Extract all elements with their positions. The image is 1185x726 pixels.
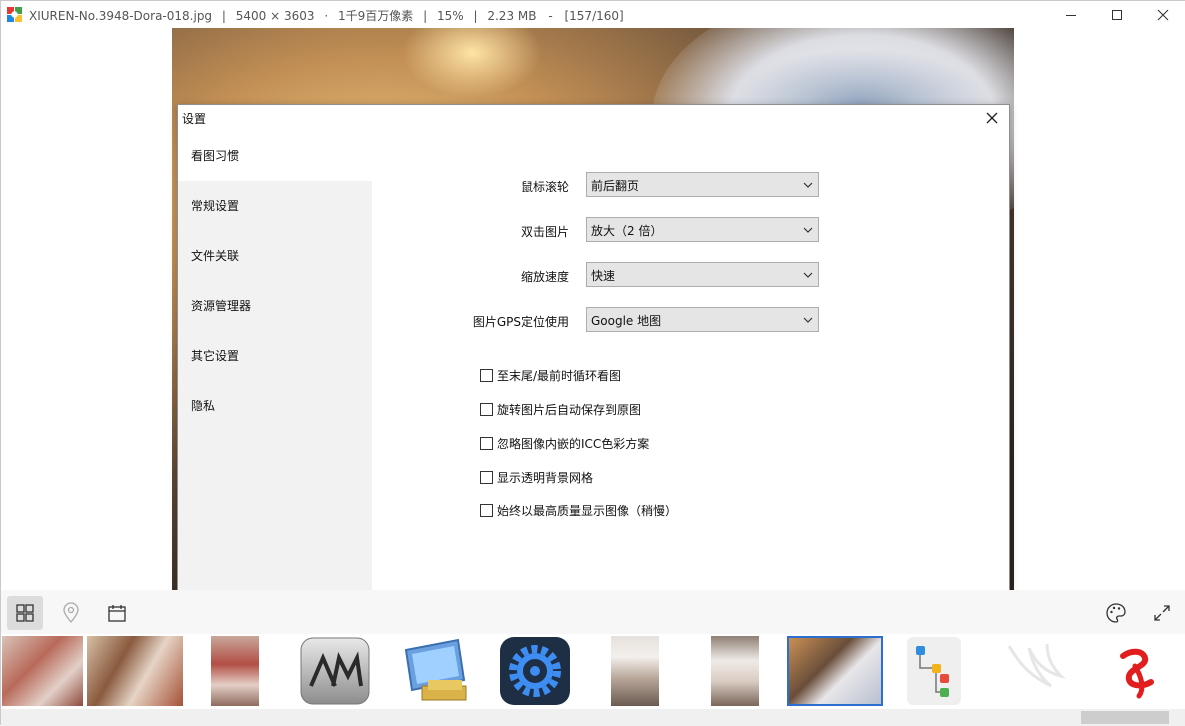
chevron-down-icon [803,272,813,278]
dialog-title: 设置 [182,112,207,126]
thumbnail-filmstrip [1,634,1185,709]
red-logo-icon [1120,648,1154,699]
image-viewer-window: XIUREN-No.3948-Dora-018.jpg | 5400 × 360… [0,0,1185,726]
tree-diagram-icon [907,637,961,705]
palette-icon [1106,603,1126,623]
title-dot: · [324,9,329,23]
title-filesize: 2.23 MB [487,9,537,23]
maximize-button[interactable] [1094,1,1140,28]
settings-dialog: 设置 看图习惯 常规设置 文件关联 资源管理器 其它设置 隐私 鼠标滚轮 前后翻… [177,104,1010,624]
ignore-icc-option[interactable]: 忽略图像内嵌的ICC色彩方案 [480,435,649,451]
app-icon [7,7,22,22]
close-icon [986,112,998,124]
title-megapixels: 1千9百万像素 [338,9,414,23]
nav-item-other[interactable]: 其它设置 [178,331,372,381]
gps-map-select[interactable]: Google 地图 [586,307,819,332]
am-logo-icon [300,637,370,705]
nav-item-viewing-habits[interactable]: 看图习惯 [178,131,372,181]
mouse-wheel-label: 鼠标滚轮 [520,180,569,194]
select-value: Google 地图 [591,314,662,328]
photo-thumbnail[interactable] [711,636,759,706]
photo-thumbnail[interactable] [2,636,83,706]
ignore-icc-checkbox[interactable] [480,436,493,450]
window-title: XIUREN-No.3948-Dora-018.jpg | 5400 × 360… [29,7,624,24]
calendar-icon [108,605,126,622]
title-zoom: 15% [436,9,464,23]
minimize-icon [1066,14,1076,16]
bird-logo-icon [1007,643,1066,688]
title-separator: | [221,9,226,23]
select-value: 放大（2 倍） [591,224,663,238]
dialog-close-button[interactable] [983,109,1001,127]
checkbox-label: 忽略图像内嵌的ICC色彩方案 [497,436,650,451]
chevron-down-icon [803,227,813,233]
nav-item-explorer[interactable]: 资源管理器 [178,281,372,331]
chevron-down-icon [803,317,813,323]
tree-diagram-thumbnail[interactable] [906,636,962,706]
nav-item-privacy[interactable]: 隐私 [178,381,372,431]
title-separator: | [473,9,478,23]
grid-view-button[interactable] [7,596,43,630]
grid-icon [16,604,34,622]
photo-thumbnail-selected[interactable] [787,636,883,706]
fullscreen-button[interactable] [1144,596,1180,630]
auto-save-rotate-option[interactable]: 旋转图片后自动保存到原图 [480,401,641,417]
nav-item-general[interactable]: 常规设置 [178,181,372,231]
transparent-grid-option[interactable]: 显示透明背景网格 [480,469,593,485]
photo-thumbnail[interactable] [211,636,259,706]
gear-app-thumbnail[interactable] [499,636,571,706]
photo-thumbnail[interactable] [611,636,659,706]
bird-logo-thumbnail[interactable] [1001,636,1073,706]
am-app-thumbnail[interactable] [299,636,371,706]
transparent-grid-checkbox[interactable] [480,470,493,484]
photo-thumbnail[interactable] [87,636,183,706]
gps-map-label: 图片GPS定位使用 [472,315,569,329]
calendar-button[interactable] [99,596,135,630]
location-pin-icon [63,602,79,623]
title-bar: XIUREN-No.3948-Dora-018.jpg | 5400 × 360… [1,1,1185,28]
chevron-down-icon [803,182,813,188]
checkbox-label: 始终以最高质量显示图像（稍慢） [497,503,678,518]
title-separator: | [423,9,428,23]
filmstrip-scrollbar[interactable] [1,709,1185,726]
maximize-icon [1112,9,1122,20]
title-dash: - [548,9,553,23]
high-quality-checkbox[interactable] [480,503,493,517]
close-icon [1157,9,1169,20]
zoom-speed-select[interactable]: 快速 [586,262,819,287]
fullscreen-icon [1154,605,1170,621]
monitor-app-thumbnail[interactable] [398,636,472,706]
title-dimensions: 5400 × 3603 [235,9,315,23]
bottom-toolbar [1,590,1185,634]
checkbox-label: 显示透明背景网格 [497,470,594,485]
loop-viewing-checkbox[interactable] [480,368,493,382]
gear-icon [500,637,570,705]
mouse-wheel-select[interactable]: 前后翻页 [586,172,819,197]
settings-nav: 看图习惯 常规设置 文件关联 资源管理器 其它设置 隐私 [178,131,372,624]
select-value: 快速 [591,269,616,283]
color-palette-button[interactable] [1098,596,1134,630]
checkbox-label: 旋转图片后自动保存到原图 [497,402,642,417]
location-button[interactable] [53,596,89,630]
double-click-label: 双击图片 [520,225,569,239]
auto-save-rotate-checkbox[interactable] [480,402,493,416]
title-filename: XIUREN-No.3948-Dora-018.jpg [29,9,213,23]
red-logo-thumbnail[interactable] [1101,636,1173,706]
zoom-speed-label: 缩放速度 [520,270,569,284]
scrollbar-thumb[interactable] [1081,711,1169,724]
close-button[interactable] [1140,1,1185,28]
select-value: 前后翻页 [591,179,640,193]
checkbox-label: 至末尾/最前时循环看图 [497,368,622,383]
loop-viewing-option[interactable]: 至末尾/最前时循环看图 [480,367,621,383]
double-click-select[interactable]: 放大（2 倍） [586,217,819,242]
nav-item-file-association[interactable]: 文件关联 [178,231,372,281]
minimize-button[interactable] [1048,1,1094,28]
monitor-icon [404,638,467,701]
high-quality-option[interactable]: 始终以最高质量显示图像（稍慢） [480,502,677,518]
title-position: [157/160] [564,9,624,23]
